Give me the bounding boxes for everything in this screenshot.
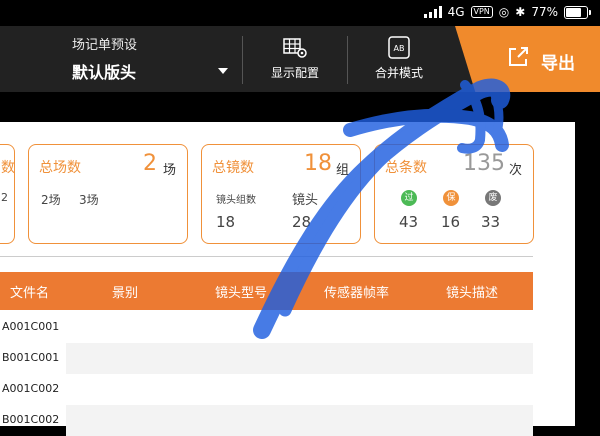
column-header-lens-model[interactable]: 镜头型号	[215, 282, 267, 301]
scenes-detail-1: 2场	[41, 193, 61, 207]
merge-mode-label: 合并模式	[374, 66, 423, 80]
scenes-detail-2: 3场	[79, 193, 99, 207]
pass-badge: 过	[401, 190, 417, 206]
takes-value: 135	[463, 151, 505, 176]
table-row[interactable]: A001C001	[0, 312, 533, 343]
row-filename: B001C001	[2, 351, 60, 364]
shots-sub-value-1: 18	[216, 213, 236, 231]
column-header-shot-size[interactable]: 景别	[112, 282, 138, 301]
keep-badge: 保	[443, 190, 459, 206]
merge-icon: AB	[386, 36, 412, 60]
merge-mode-button[interactable]: AB 合并模式	[359, 36, 439, 81]
shots-sub-value-2: 28	[292, 213, 312, 231]
scenes-title: 总场数	[39, 160, 81, 176]
export-label: 导出	[541, 54, 575, 74]
shots-sub-label-1: 镜头组数	[216, 195, 256, 206]
location-icon: ◎	[498, 5, 510, 19]
row-cells	[66, 343, 533, 374]
shots-title: 总镜数	[212, 160, 254, 176]
grid-settings-icon	[282, 36, 308, 60]
vpn-badge: VPN	[470, 6, 493, 18]
chevron-down-icon[interactable]	[218, 68, 228, 74]
column-header-description[interactable]: 镜头描述	[446, 282, 498, 301]
row-cells	[66, 312, 533, 343]
column-header-sensor-fps[interactable]: 传感器帧率	[324, 282, 389, 301]
top-toolbar: 场记单预设 默认版头 显示配置 AB 合并模式 导出	[0, 26, 600, 92]
shots-value: 18	[304, 151, 332, 176]
row-filename: A001C001	[2, 320, 60, 333]
stat-card-partial: 数 2	[0, 144, 15, 244]
battery-percent: 77%	[531, 5, 558, 19]
status-icons: 4G VPN ◎ ✱ 77%	[423, 5, 591, 19]
scenes-unit: 场	[163, 163, 177, 178]
network-label: 4G	[447, 5, 465, 19]
partial-card-value: 2	[1, 191, 8, 204]
partial-card-title: 数	[1, 160, 15, 176]
preset-selector[interactable]: 场记单预设 默认版头	[72, 34, 137, 83]
battery-icon	[564, 5, 591, 19]
table-row[interactable]: B001C001	[0, 343, 533, 374]
pass-count: 43	[399, 213, 419, 231]
takes-unit: 次	[509, 163, 523, 178]
discard-badge: 废	[485, 190, 501, 206]
scenes-value: 2	[143, 151, 157, 176]
display-config-label: 显示配置	[270, 66, 319, 80]
takes-title: 总条数	[385, 160, 427, 176]
row-cells	[66, 374, 533, 405]
merge-icon-text: AB	[394, 44, 405, 53]
toolbar-divider	[242, 36, 243, 84]
table-row[interactable]: B001C002	[0, 405, 533, 436]
stat-card-scenes: 总场数 2 场 2场 3场	[28, 144, 188, 244]
preset-title: 场记单预设	[72, 38, 138, 53]
toolbar-divider	[347, 36, 348, 84]
column-header-filename[interactable]: 文件名	[10, 282, 49, 301]
table-row[interactable]: A001C002	[0, 374, 533, 405]
table-header: 文件名 景别 镜头型号 传感器帧率 镜头描述	[0, 272, 533, 310]
row-filename: B001C002	[2, 413, 60, 426]
signal-icon	[423, 6, 442, 18]
export-button[interactable]: 导出	[455, 26, 600, 92]
main-panel: 数 2 总场数 2 场 2场 3场 总镜数 18 组 镜头组数 镜头 18 28…	[0, 122, 575, 436]
row-filename: A001C002	[2, 382, 60, 395]
shots-sub-label-2: 镜头	[292, 193, 319, 208]
discard-count: 33	[481, 213, 501, 231]
preset-value: 默认版头	[72, 63, 137, 82]
divider	[0, 256, 533, 257]
stat-card-takes: 总条数 135 次 过 保 废 43 16 33	[374, 144, 534, 244]
row-cells	[66, 405, 533, 436]
shots-unit: 组	[336, 163, 350, 178]
display-config-button[interactable]: 显示配置	[255, 36, 335, 81]
bluetooth-icon: ✱	[515, 5, 526, 19]
keep-count: 16	[441, 213, 461, 231]
export-icon	[509, 47, 528, 66]
status-bar: 4G VPN ◎ ✱ 77%	[0, 0, 600, 26]
stat-card-shots: 总镜数 18 组 镜头组数 镜头 18 28	[201, 144, 361, 244]
